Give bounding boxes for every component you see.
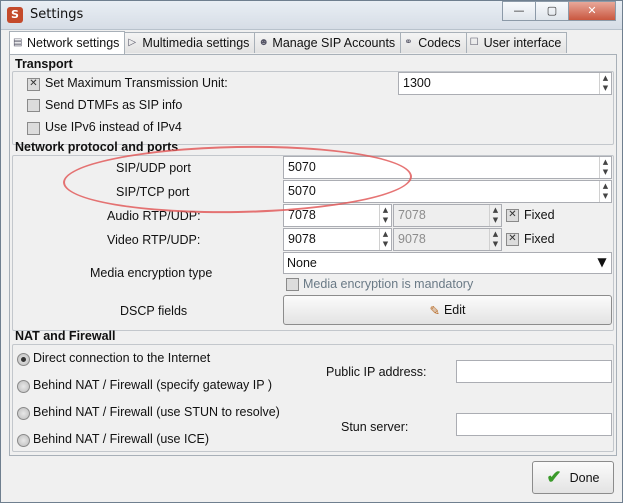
- dtmf-label: Send DTMFs as SIP info: [45, 98, 183, 112]
- media-encryption-dropdown[interactable]: None ▼: [283, 252, 612, 274]
- nat-ice-label: Behind NAT / Firewall (use ICE): [33, 432, 209, 446]
- encryption-mandatory-label: Media encryption is mandatory: [303, 277, 474, 291]
- stun-server-label: Stun server:: [341, 420, 409, 434]
- nat-ice-radio[interactable]: [17, 434, 30, 447]
- play-icon: ▷: [128, 37, 137, 48]
- accounts-icon: ☻: [258, 37, 269, 48]
- nat-gateway-radio[interactable]: [17, 380, 30, 393]
- video-fixed-checkbox[interactable]: ✕: [506, 233, 519, 246]
- chevron-down-icon[interactable]: ▼: [595, 255, 609, 270]
- tab-bar: ▤ Network settings ▷ Multimedia settings…: [9, 31, 568, 54]
- done-button[interactable]: ✔ Done: [532, 461, 614, 494]
- public-ip-label: Public IP address:: [326, 365, 427, 379]
- mtu-label: Set Maximum Transmission Unit:: [45, 76, 228, 90]
- transport-title: Transport: [15, 57, 73, 71]
- video-rtp-label: Video RTP/UDP:: [107, 233, 201, 247]
- window-controls: — ▢ ✕: [502, 1, 616, 21]
- dscp-label: DSCP fields: [120, 304, 188, 318]
- dscp-edit-button[interactable]: ✎ Edit: [283, 295, 612, 325]
- video-fixed-label: Fixed: [524, 232, 555, 246]
- mtu-checkbox[interactable]: ✕: [27, 78, 40, 91]
- audio-fixed-label: Fixed: [524, 208, 555, 222]
- audio-rtp-max-value: 7078: [398, 208, 426, 222]
- edit-icon: ✎: [429, 303, 440, 318]
- tab-user-interface[interactable]: ☐ User interface: [465, 32, 568, 53]
- ipv6-checkbox[interactable]: [27, 122, 40, 135]
- spin-arrows-icon[interactable]: ▲ ▼: [599, 157, 611, 178]
- tab-network-settings[interactable]: ▤ Network settings: [9, 31, 126, 54]
- video-rtp-max-value: 9078: [398, 232, 426, 246]
- nat-stun-radio[interactable]: [17, 407, 30, 420]
- ipv6-label: Use IPv6 instead of IPv4: [45, 120, 182, 134]
- nat-direct-label: Direct connection to the Internet: [33, 351, 211, 365]
- spin-arrows-icon[interactable]: ▲ ▼: [379, 229, 391, 250]
- video-rtp-spinbox[interactable]: 9078 ▲ ▼: [283, 228, 392, 251]
- close-button[interactable]: ✕: [568, 1, 616, 21]
- spin-arrows-icon[interactable]: ▲ ▼: [599, 181, 611, 202]
- ui-icon: ☐: [469, 37, 479, 48]
- video-rtp-max-spinbox: 9078 ▲ ▼: [393, 228, 502, 251]
- app-icon: S: [7, 7, 23, 23]
- mtu-spinbox[interactable]: 1300 ▲ ▼: [398, 72, 612, 95]
- encryption-mandatory-checkbox[interactable]: [286, 278, 299, 291]
- nat-direct-radio[interactable]: [17, 353, 30, 366]
- public-ip-input[interactable]: [456, 360, 612, 383]
- codec-icon: ⚭: [404, 37, 413, 48]
- minimize-button[interactable]: —: [502, 1, 536, 21]
- audio-rtp-max-spinbox: 7078 ▲ ▼: [393, 204, 502, 227]
- stun-server-input[interactable]: [456, 413, 612, 436]
- mtu-value: 1300: [403, 76, 431, 90]
- maximize-button[interactable]: ▢: [535, 1, 569, 21]
- video-rtp-value: 9078: [288, 232, 316, 246]
- media-encryption-value: None: [287, 256, 317, 270]
- spin-arrows-icon: ▲ ▼: [489, 229, 501, 250]
- settings-window: S Settings — ▢ ✕ ▤ Network settings ▷ Mu…: [0, 0, 623, 503]
- spin-arrows-icon[interactable]: ▲ ▼: [379, 205, 391, 226]
- title-bar: S Settings — ▢ ✕: [1, 1, 622, 30]
- tab-multimedia-settings[interactable]: ▷ Multimedia settings: [124, 32, 256, 53]
- spin-arrows-icon[interactable]: ▲ ▼: [599, 73, 611, 94]
- nat-title: NAT and Firewall: [15, 329, 116, 343]
- nat-stun-label: Behind NAT / Firewall (use STUN to resol…: [33, 405, 280, 419]
- nat-gateway-label: Behind NAT / Firewall (specify gateway I…: [33, 378, 272, 392]
- window-title: Settings: [30, 7, 84, 22]
- dtmf-checkbox[interactable]: [27, 99, 40, 112]
- tab-manage-sip-accounts[interactable]: ☻ Manage SIP Accounts: [254, 32, 402, 53]
- network-icon: ▤: [13, 37, 23, 48]
- media-encryption-label: Media encryption type: [90, 266, 213, 280]
- network-settings-panel: Transport ✕ Set Maximum Transmission Uni…: [9, 54, 617, 456]
- spin-arrows-icon: ▲ ▼: [489, 205, 501, 226]
- audio-fixed-checkbox[interactable]: ✕: [506, 209, 519, 222]
- tab-codecs[interactable]: ⚭ Codecs: [400, 32, 467, 53]
- checkmark-icon: ✔: [546, 467, 562, 487]
